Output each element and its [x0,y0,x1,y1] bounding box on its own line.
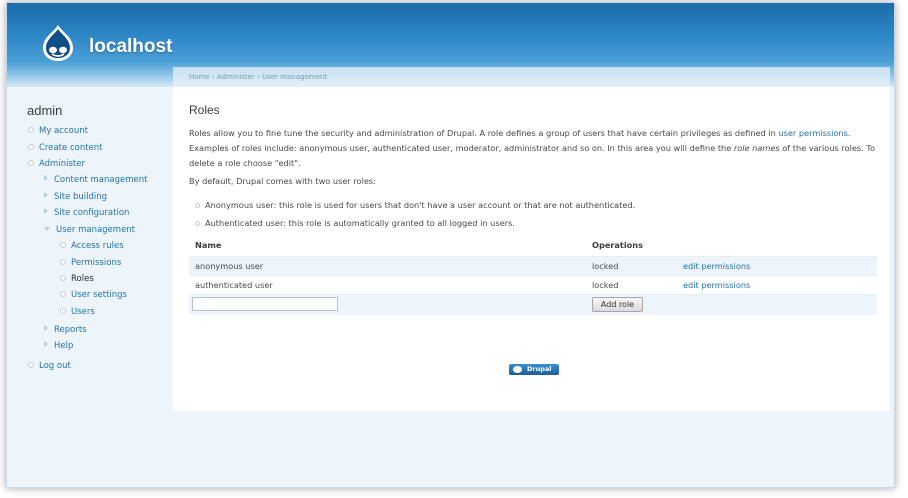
role-description-anonymous: Anonymous user: this role is used for us… [195,200,635,210]
sidebar-item-roles[interactable]: Roles [60,274,94,284]
site-name[interactable]: localhost [89,36,172,58]
collapsed-arrow-icon [44,208,48,214]
table-row: anonymous user locked edit permissions [189,256,877,275]
sidebar-item-label: Users [71,307,95,317]
sidebar-item-user-settings[interactable]: User settings [60,290,127,300]
bullet-icon [60,308,66,314]
column-header-operations: Operations [592,240,643,250]
add-role-row: Add role [189,294,877,315]
intro-emphasis: role names [733,143,780,153]
role-description-authenticated: Authenticated user: this role is automat… [195,218,515,228]
default-roles-text: By default, Drupal comes with two user r… [189,176,376,186]
bullet-icon [28,144,34,150]
column-header-name: Name [195,240,222,250]
sidebar-item-label: Help [54,341,74,351]
powered-by-label: Drupal [527,365,552,373]
collapsed-arrow-icon [44,341,48,347]
drupal-drop-icon [513,366,522,373]
sidebar-item-administer[interactable]: Administer [28,159,85,169]
bullet-icon [195,221,200,226]
role-name: anonymous user [195,261,264,271]
sidebar-item-label: Permissions [71,258,122,268]
sidebar-item-content-management[interactable]: Content management [43,175,147,185]
expanded-arrow-icon [44,227,50,231]
sidebar-item-label: Create content [39,143,103,153]
role-status: locked [592,261,619,271]
sidebar-item-label: User settings [71,290,127,300]
role-description-text: Anonymous user: this role is used for us… [205,200,636,210]
sidebar-item-user-management[interactable]: User management [43,225,135,235]
add-role-button[interactable]: Add role [592,297,643,312]
sidebar-item-label: My account [39,126,88,136]
bullet-icon [60,242,66,248]
sidebar-item-reports[interactable]: Reports [43,325,87,335]
sidebar-item-site-building[interactable]: Site building [43,192,107,202]
sidebar-item-label: Content management [54,175,148,185]
sidebar-item-label: Site configuration [54,208,130,218]
sidebar-item-label: Access rules [71,241,124,251]
intro-text: Roles allow you to fine tune the securit… [189,128,779,138]
collapsed-arrow-icon [44,175,48,181]
role-description-text: Authenticated user: this role is automat… [205,218,515,228]
bullet-icon [60,259,66,265]
sidebar-item-users[interactable]: Users [60,307,95,317]
main-content: Roles Roles allow you to fine tune the s… [173,87,890,411]
page-title: Roles [189,103,220,117]
bullet-icon [60,275,66,281]
sidebar-item-create-content[interactable]: Create content [28,143,103,153]
sidebar-item-access-rules[interactable]: Access rules [60,241,124,251]
collapsed-arrow-icon [44,192,48,198]
bullet-icon [28,160,34,166]
sidebar-item-label: User management [56,225,136,235]
collapsed-arrow-icon [44,325,48,331]
bullet-icon [28,127,34,133]
bullet-icon [60,291,66,297]
sidebar-item-label: Administer [39,159,85,169]
sidebar-item-help[interactable]: Help [43,341,73,351]
bullet-icon [195,203,200,208]
sidebar-title: admin [27,103,63,118]
sidebar-item-label: Site building [54,192,108,202]
table-row: authenticated user locked edit permissio… [189,275,877,294]
role-status: locked [592,280,619,290]
bullet-icon [28,362,34,368]
drupal-logo-icon[interactable] [40,24,76,62]
sidebar-item-label: Roles [71,274,94,284]
edit-permissions-link[interactable]: edit permissions [683,261,750,271]
new-role-name-input[interactable] [192,297,338,311]
sidebar-item-log-out[interactable]: Log out [28,361,71,371]
powered-by-drupal-badge[interactable]: Drupal [509,364,559,375]
sidebar-item-label: Reports [54,325,87,335]
sidebar-item-site-configuration[interactable]: Site configuration [43,208,129,218]
browser-page: localhost Home › Administer › User manag… [6,2,895,488]
sidebar-item-my-account[interactable]: My account [28,126,88,136]
sidebar-item-label: Log out [39,361,71,371]
intro-paragraph: Roles allow you to fine tune the securit… [189,126,879,171]
sidebar: admin My account Create content Administ… [7,87,167,487]
user-permissions-link[interactable]: user permissions [778,128,847,138]
sidebar-item-permissions[interactable]: Permissions [60,258,121,268]
breadcrumb[interactable]: Home › Administer › User management [189,73,327,81]
breadcrumb-bar: Home › Administer › User management [173,67,890,87]
role-name: authenticated user [195,280,273,290]
edit-permissions-link[interactable]: edit permissions [683,280,750,290]
